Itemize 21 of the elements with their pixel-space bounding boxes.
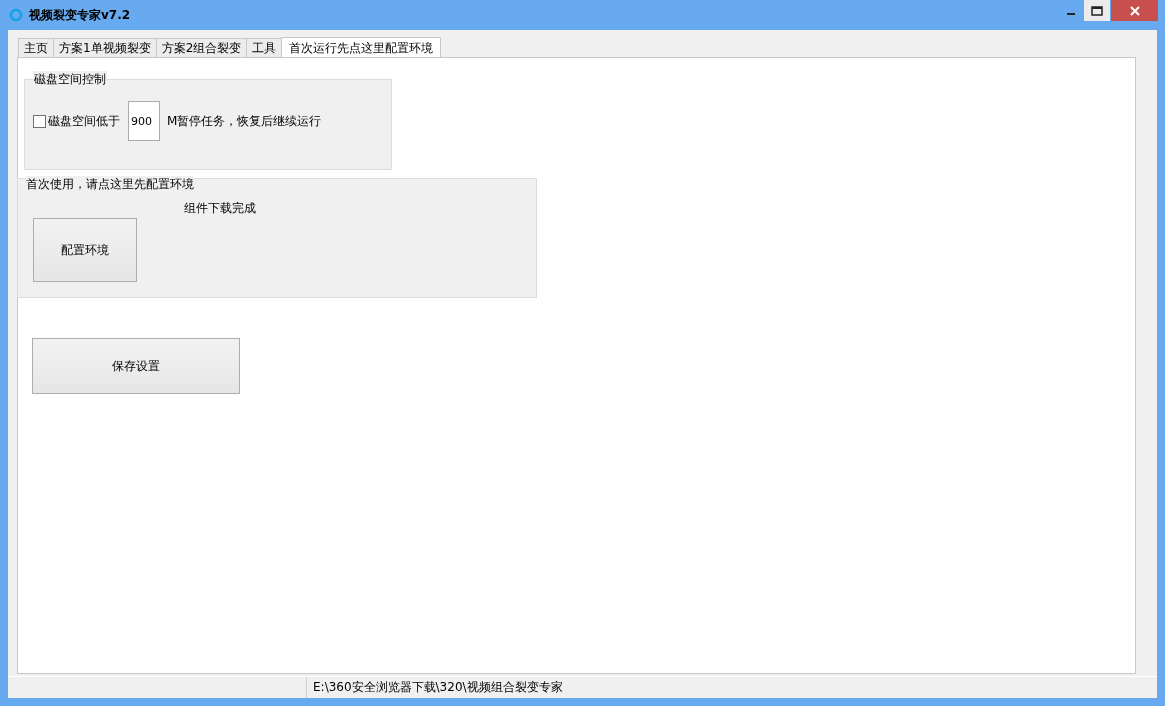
group-title: 磁盘空间控制 xyxy=(33,71,107,88)
close-button[interactable] xyxy=(1111,0,1158,21)
checkbox[interactable]: 磁盘空间低于 xyxy=(33,112,120,130)
suffix-label: M暂停任务，恢复后继续运行 xyxy=(167,112,322,130)
status-label: 组件下载完成 xyxy=(184,200,256,217)
window-title: 视频裂变专家v7.2 xyxy=(29,6,131,24)
maximize-button[interactable] xyxy=(1084,0,1110,21)
tab[interactable]: 主页 xyxy=(18,38,54,57)
maximize-icon xyxy=(1091,5,1103,16)
group-title: 首次使用，请点这里先配置环境 xyxy=(26,176,194,193)
tab[interactable]: 工具 xyxy=(246,38,283,57)
tab[interactable]: 方案2组合裂变 xyxy=(155,38,248,57)
close-icon xyxy=(1128,5,1141,16)
minimize-icon xyxy=(1066,12,1075,15)
tab[interactable]: 方案1单视频裂变 xyxy=(53,38,157,57)
app-icon xyxy=(9,8,23,22)
tab[interactable]: 首次运行先点这里配置环境 xyxy=(281,37,442,58)
input-field[interactable]: 900 xyxy=(128,101,160,141)
configure-button[interactable]: 配置环境 xyxy=(33,218,137,282)
status-path: E:\360安全浏览器下载\320\视频组合裂变专家 xyxy=(312,679,564,696)
save-button[interactable]: 保存设置 xyxy=(32,338,240,394)
